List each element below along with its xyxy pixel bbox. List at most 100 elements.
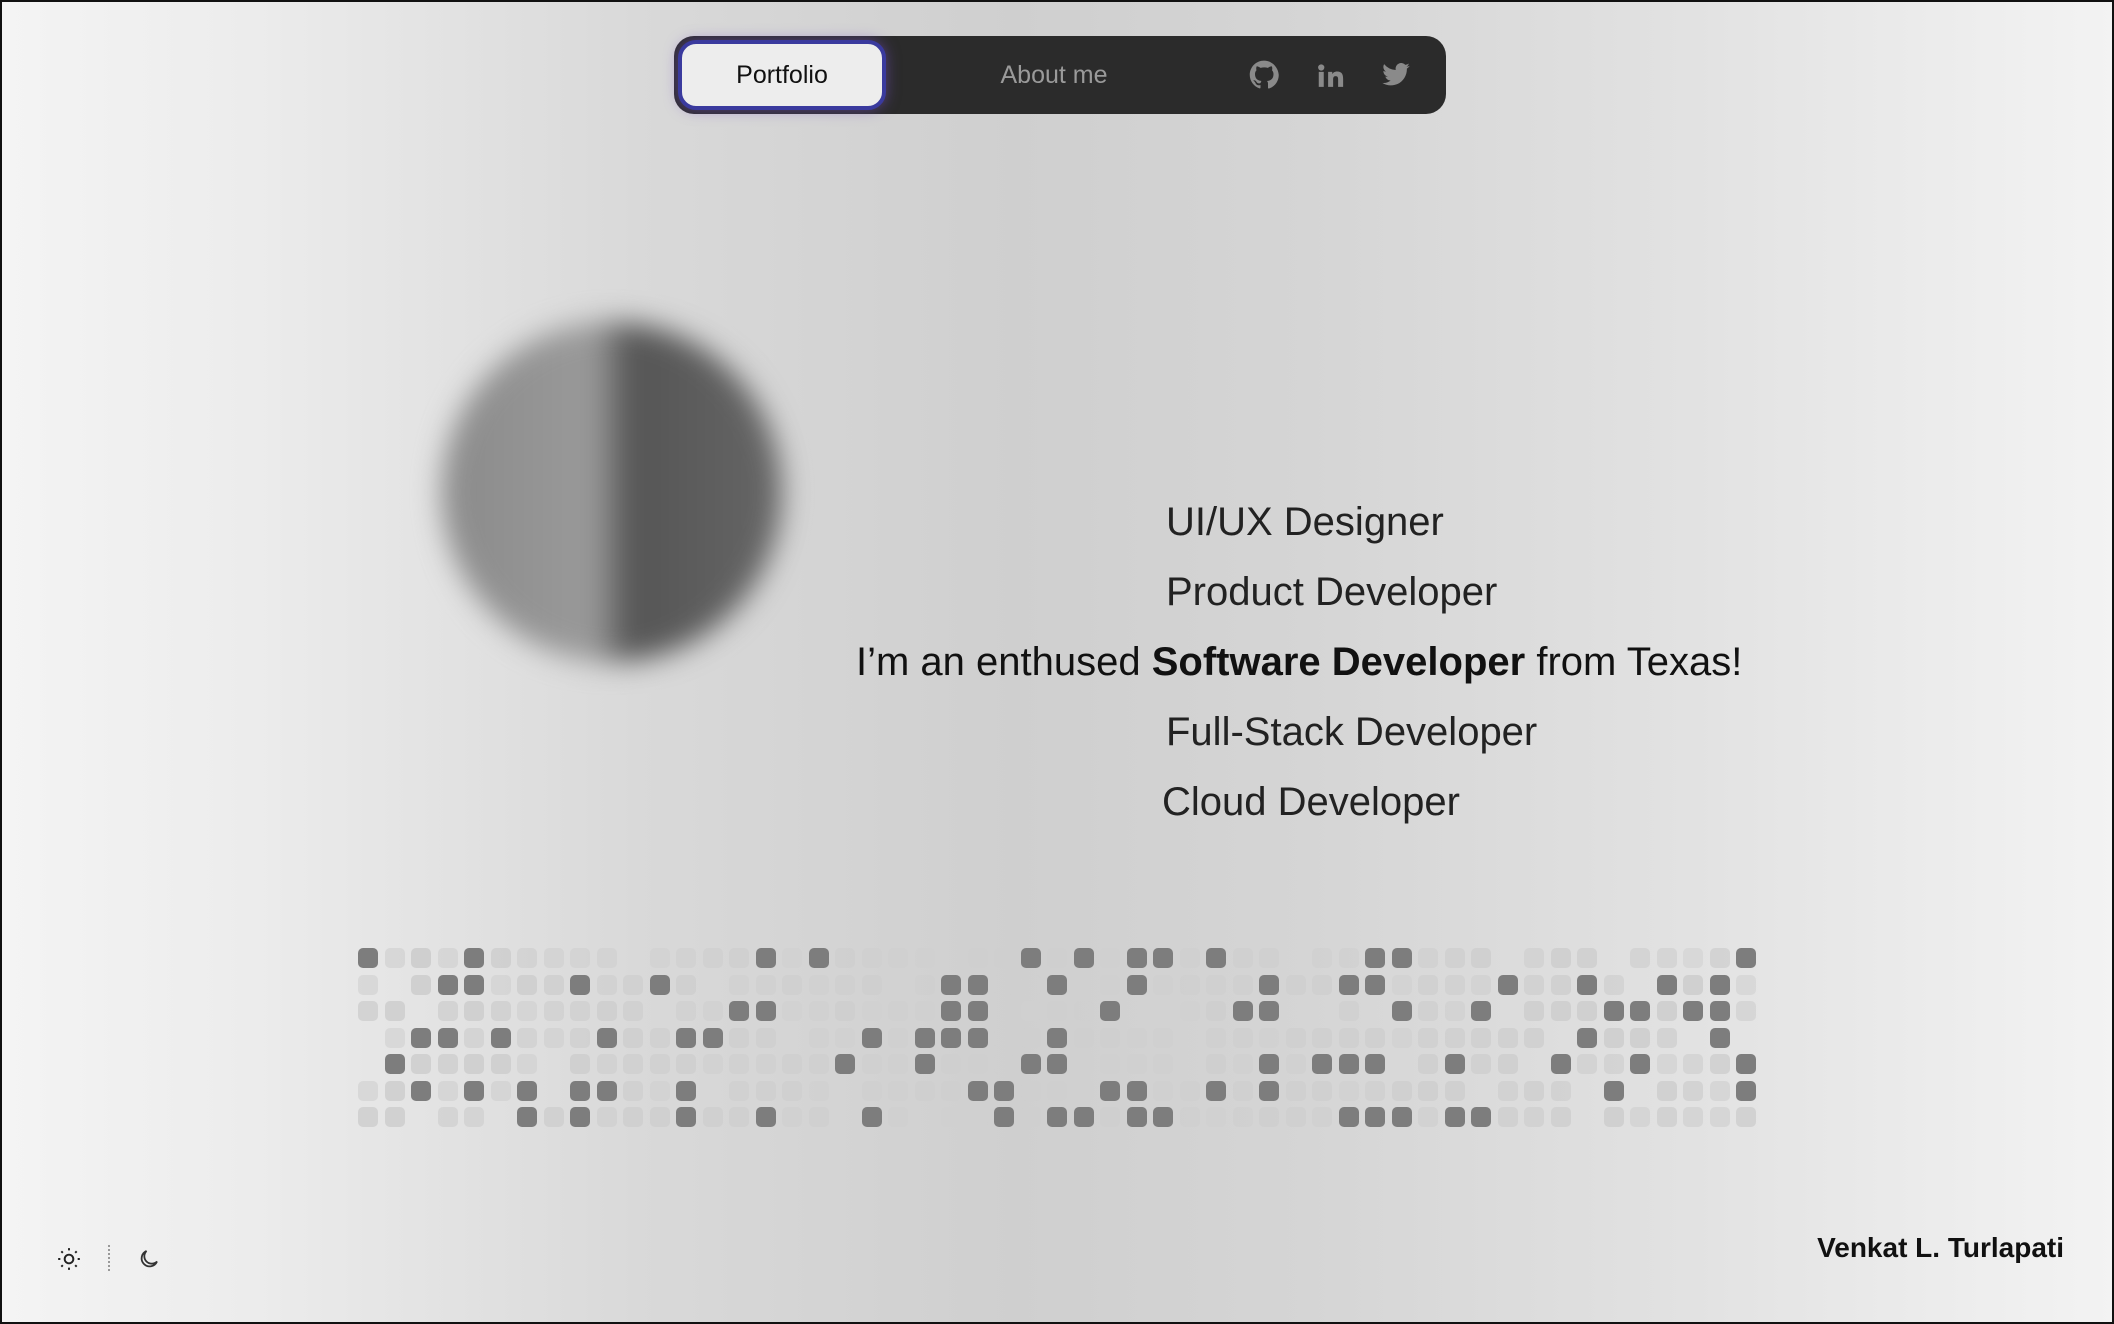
matrix-cell — [1391, 948, 1412, 968]
matrix-cell — [1047, 1054, 1067, 1074]
matrix-cell — [1365, 974, 1385, 995]
matrix-cell — [1047, 1027, 1067, 1048]
matrix-cell — [1471, 1107, 1491, 1127]
linkedin-icon[interactable] — [1312, 57, 1348, 93]
matrix-cell — [1444, 1080, 1465, 1101]
matrix-cell — [967, 1054, 988, 1074]
matrix-cell — [1020, 1054, 1041, 1074]
matrix-cell — [1153, 948, 1173, 968]
matrix-cell — [967, 1107, 988, 1127]
matrix-cell — [1471, 1001, 1491, 1021]
matrix-cell — [517, 948, 537, 968]
matrix-cell — [1100, 1027, 1120, 1048]
matrix-cell — [464, 1001, 484, 1021]
matrix-cell — [1232, 974, 1253, 995]
matrix-cell — [782, 974, 802, 995]
matrix-cell — [570, 1001, 590, 1021]
matrix-cell — [1656, 1054, 1677, 1074]
matrix-cell — [1444, 1001, 1465, 1021]
matrix-cell — [1312, 974, 1332, 995]
matrix-cell — [1020, 1001, 1041, 1021]
matrix-cell — [1550, 1001, 1571, 1021]
matrix-cell — [384, 1107, 405, 1127]
matrix-cell — [1206, 1027, 1226, 1048]
matrix-cell — [596, 974, 617, 995]
matrix-cell — [596, 1054, 617, 1074]
matrix-cell — [1497, 1027, 1518, 1048]
matrix-cell — [1179, 1001, 1200, 1021]
nav-tab-about[interactable]: About me — [974, 36, 1134, 114]
hero-tagline: I’m an enthused Software Developer from … — [856, 640, 1742, 685]
matrix-cell — [967, 974, 988, 995]
matrix-cell — [543, 948, 564, 968]
matrix-cell — [1312, 948, 1332, 968]
matrix-cell — [676, 1054, 696, 1074]
matrix-cell — [1259, 1027, 1279, 1048]
matrix-cell — [411, 1080, 431, 1101]
matrix-cell — [1047, 948, 1067, 968]
matrix-cell — [1736, 1107, 1756, 1127]
matrix-cell — [1126, 1027, 1147, 1048]
matrix-cell — [835, 974, 855, 995]
matrix-cell — [1179, 1107, 1200, 1127]
matrix-cell — [994, 1107, 1014, 1127]
matrix-cell — [1603, 1027, 1624, 1048]
matrix-cell — [1073, 1054, 1094, 1074]
tagline-prefix: I’m an enthused — [856, 640, 1152, 684]
matrix-cell — [543, 974, 564, 995]
theme-divider — [108, 1245, 110, 1271]
matrix-cell — [888, 1001, 908, 1021]
matrix-cell — [1736, 948, 1756, 968]
matrix-cell — [517, 974, 537, 995]
matrix-cell — [1471, 1054, 1491, 1074]
matrix-cell — [994, 974, 1014, 995]
matrix-cell — [994, 1080, 1014, 1101]
matrix-cell — [835, 1027, 855, 1048]
tagline-highlight: Software Developer — [1151, 640, 1526, 684]
twitter-icon[interactable] — [1378, 57, 1414, 93]
matrix-cell — [1497, 1054, 1518, 1074]
matrix-cell — [1709, 974, 1730, 995]
matrix-cell — [623, 1001, 643, 1021]
matrix-cell — [464, 1080, 484, 1101]
matrix-cell — [1073, 1027, 1094, 1048]
matrix-cell — [941, 1080, 961, 1101]
matrix-cell — [623, 974, 643, 995]
matrix-cell — [1577, 948, 1597, 968]
matrix-cell — [490, 1001, 511, 1021]
matrix-cell — [464, 974, 484, 995]
matrix-cell — [861, 1080, 882, 1101]
matrix-cell — [941, 974, 961, 995]
sun-icon[interactable] — [54, 1244, 84, 1274]
matrix-cell — [914, 1054, 935, 1074]
matrix-cell — [1285, 974, 1306, 995]
matrix-cell — [1206, 974, 1226, 995]
matrix-cell — [596, 1001, 617, 1021]
matrix-cell — [1365, 1054, 1385, 1074]
github-icon[interactable] — [1246, 57, 1282, 93]
matrix-cell — [623, 1054, 643, 1074]
matrix-cell — [888, 1054, 908, 1074]
matrix-cell — [729, 1054, 749, 1074]
matrix-cell — [1365, 1080, 1385, 1101]
matrix-cell — [1285, 1027, 1306, 1048]
matrix-cell — [1232, 1054, 1253, 1074]
matrix-cell — [1603, 1001, 1624, 1021]
nav-tab-portfolio[interactable]: Portfolio — [678, 40, 886, 110]
matrix-cell — [358, 948, 378, 968]
matrix-cell — [1709, 1054, 1730, 1074]
matrix-cell — [1365, 1027, 1385, 1048]
matrix-cell — [1285, 1107, 1306, 1127]
moon-icon[interactable] — [134, 1244, 164, 1274]
matrix-cell — [384, 948, 405, 968]
matrix-cell — [702, 1054, 723, 1074]
matrix-cell — [808, 1054, 829, 1074]
matrix-cell — [1656, 1080, 1677, 1101]
matrix-cell — [1630, 1054, 1650, 1074]
matrix-cell — [755, 974, 776, 995]
matrix-cell — [1153, 1027, 1173, 1048]
matrix-cell — [1206, 1054, 1226, 1074]
matrix-cell — [1656, 1107, 1677, 1127]
matrix-cell — [1524, 974, 1544, 995]
matrix-cell — [649, 1107, 670, 1127]
